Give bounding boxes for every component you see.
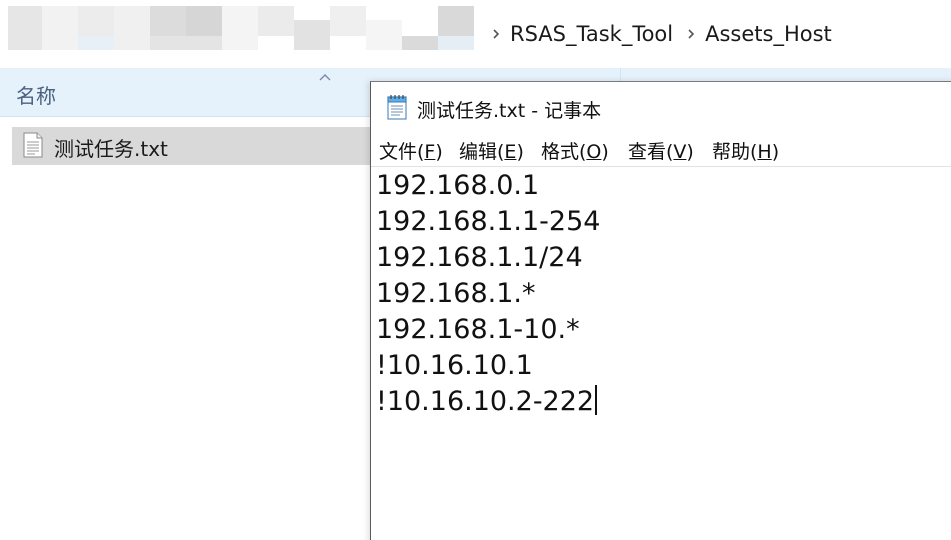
text-line-last-content: !10.16.10.2-222 xyxy=(376,386,595,417)
menu-edit-tail: ) xyxy=(516,141,524,163)
menu-view-accesskey: V xyxy=(673,141,687,163)
notepad-app-icon[interactable] xyxy=(384,93,410,125)
menu-file-tail: ) xyxy=(435,141,443,163)
text-line: 192.168.0.1 xyxy=(376,170,540,201)
text-line: 192.168.1.* xyxy=(376,278,536,309)
menu-view-tail: ) xyxy=(686,141,694,163)
menu-file-label: 文件( xyxy=(379,141,425,163)
explorer-address-area: RSAS_Task_Tool Assets_Host xyxy=(0,0,951,64)
text-line: 192.168.1.1/24 xyxy=(376,242,583,273)
text-line: 192.168.1-10.* xyxy=(376,314,580,345)
notepad-title: 测试任务.txt - 记事本 xyxy=(417,100,602,122)
menu-file-accesskey: F xyxy=(424,141,436,163)
notepad-text-area[interactable]: 192.168.0.1 192.168.1.1-254 192.168.1.1/… xyxy=(376,168,946,540)
sort-ascending-icon xyxy=(318,67,332,86)
menu-help-accesskey: H xyxy=(757,141,772,163)
menu-format-accesskey: O xyxy=(586,141,602,163)
text-line: !10.16.10.1 xyxy=(376,350,533,381)
menu-view-label: 查看( xyxy=(628,141,674,163)
text-caret xyxy=(595,385,597,415)
menu-help-tail: ) xyxy=(771,141,780,163)
menu-edit[interactable]: 编辑(E) xyxy=(459,137,524,164)
breadcrumb-item-rsas-task-tool[interactable]: RSAS_Task_Tool xyxy=(510,22,673,46)
notepad-window: 测试任务.txt - 记事本 文件(F) 编辑(E) 格式(O) 查看(V) 帮… xyxy=(370,81,951,540)
text-line: 192.168.1.1-254 xyxy=(376,206,601,237)
menu-edit-label: 编辑( xyxy=(459,141,505,163)
menu-help[interactable]: 帮助(H) xyxy=(712,137,779,164)
breadcrumb: RSAS_Task_Tool Assets_Host xyxy=(484,18,832,50)
breadcrumb-item-assets-host[interactable]: Assets_Host xyxy=(705,22,832,46)
menu-format-tail: ) xyxy=(601,141,609,163)
screen: RSAS_Task_Tool Assets_Host 名称 测试任务.txt 测… xyxy=(0,0,951,540)
column-header-name[interactable]: 名称 xyxy=(16,80,56,109)
notepad-titlebar[interactable]: 测试任务.txt - 记事本 xyxy=(371,82,951,130)
chevron-right-icon[interactable] xyxy=(488,26,504,42)
text-line-last: !10.16.10.2-222 xyxy=(376,384,946,420)
menu-format[interactable]: 格式(O) xyxy=(541,137,609,164)
chevron-right-icon[interactable] xyxy=(683,26,699,42)
menu-view[interactable]: 查看(V) xyxy=(628,137,694,164)
redacted-path-area xyxy=(0,0,478,56)
menu-edit-accesskey: E xyxy=(504,141,517,163)
menu-file[interactable]: 文件(F) xyxy=(379,137,443,164)
menu-help-label: 帮助( xyxy=(712,141,758,163)
text-file-icon xyxy=(22,132,44,162)
menu-format-label: 格式( xyxy=(541,141,587,163)
file-name[interactable]: 测试任务.txt xyxy=(54,133,168,162)
